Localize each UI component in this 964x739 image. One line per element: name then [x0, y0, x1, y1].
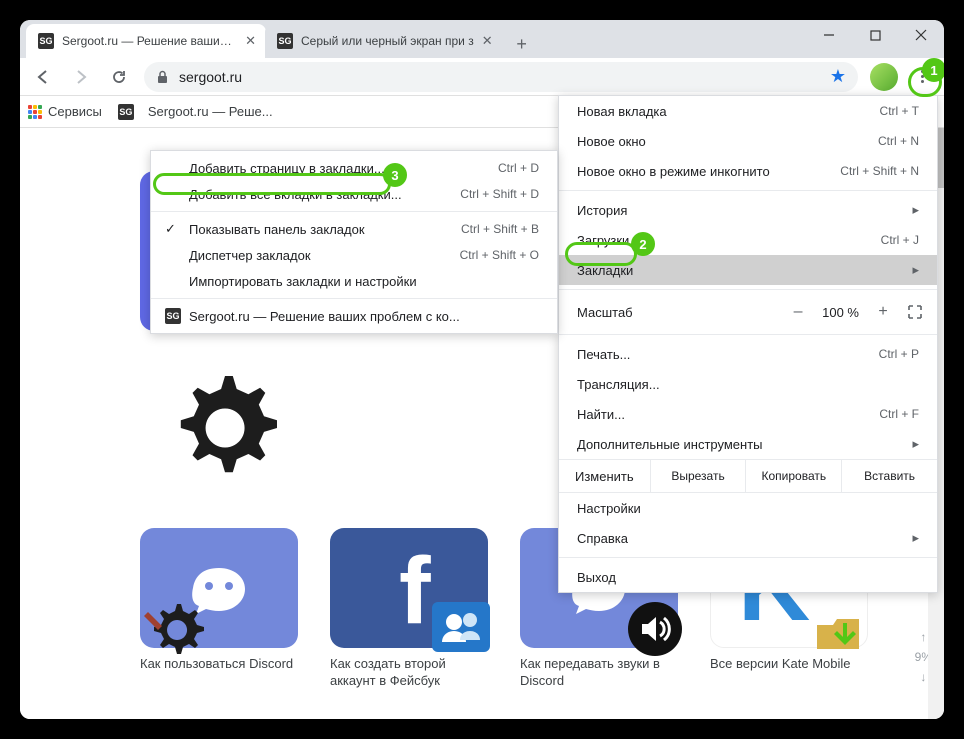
tab-title: Sergoot.ru — Решение ваших пр: [62, 34, 237, 48]
profile-avatar[interactable]: [870, 63, 898, 91]
cut-button[interactable]: Вырезать: [650, 460, 746, 492]
main-menu: Новая вкладкаCtrl + T Новое окноCtrl + N…: [558, 95, 938, 593]
minimize-button[interactable]: [806, 20, 852, 50]
zoom-in-button[interactable]: +: [873, 303, 893, 321]
submenu-bookmark-item[interactable]: SGSergoot.ru — Решение ваших проблем с к…: [151, 303, 557, 329]
toolbar: sergoot.ru ★: [20, 58, 944, 96]
menu-item-settings[interactable]: Настройки: [559, 493, 937, 523]
reload-button[interactable]: [102, 62, 136, 92]
menu-item-cast[interactable]: Трансляция...: [559, 369, 937, 399]
tile-label: Как пользоваться Discord: [140, 656, 298, 673]
annotation-badge-2: 2: [631, 232, 655, 256]
menu-item-new-window[interactable]: Новое окноCtrl + N: [559, 126, 937, 156]
chevron-right-icon: ▸: [912, 262, 919, 278]
back-button[interactable]: [26, 62, 60, 92]
address-bar[interactable]: sergoot.ru ★: [144, 62, 858, 92]
favicon: SG: [165, 308, 181, 324]
submenu-add-all-tabs[interactable]: Добавить все вкладки в закладки...Ctrl +…: [151, 181, 557, 207]
menu-item-bookmarks[interactable]: Закладки▸: [559, 255, 937, 285]
svg-text:f: f: [399, 538, 431, 638]
edit-label: Изменить: [559, 460, 650, 492]
menu-item-incognito[interactable]: Новое окно в режиме инкогнитоCtrl + Shif…: [559, 156, 937, 186]
forward-button[interactable]: [64, 62, 98, 92]
chevron-right-icon: ▸: [912, 436, 919, 452]
titlebar: SG Sergoot.ru — Решение ваших пр ✕ SG Се…: [20, 20, 944, 58]
submenu-add-page[interactable]: Добавить страницу в закладки...Ctrl + D: [151, 155, 557, 181]
menu-item-history[interactable]: История▸: [559, 195, 937, 225]
apps-icon: [28, 105, 42, 119]
submenu-manager[interactable]: Диспетчер закладокCtrl + Shift + O: [151, 242, 557, 268]
favicon: SG: [118, 104, 134, 120]
paste-button[interactable]: Вставить: [841, 460, 937, 492]
bookmark-item[interactable]: SG Sergoot.ru — Реше...: [118, 104, 273, 120]
copy-button[interactable]: Копировать: [745, 460, 841, 492]
tile-icon: f: [330, 528, 488, 648]
close-icon[interactable]: ✕: [245, 33, 256, 49]
tile[interactable]: f Как создать второй аккаунт в Фейсбук: [330, 528, 488, 690]
menu-edit-row: Изменить Вырезать Копировать Вставить: [559, 459, 937, 493]
close-icon[interactable]: ✕: [482, 33, 493, 49]
menu-item-new-tab[interactable]: Новая вкладкаCtrl + T: [559, 96, 937, 126]
zoom-value: 100 %: [822, 305, 859, 320]
download-overlay-icon: [813, 609, 863, 655]
zoom-out-button[interactable]: –: [788, 303, 808, 321]
apps-shortcut[interactable]: Сервисы: [28, 104, 102, 119]
fullscreen-icon[interactable]: [907, 304, 923, 320]
tab-active[interactable]: SG Sergoot.ru — Решение ваших пр ✕: [26, 24, 266, 58]
check-icon: ✓: [165, 221, 176, 237]
people-overlay-icon: [428, 598, 494, 656]
chevron-right-icon: ▸: [912, 530, 919, 546]
gear-overlay-icon: [142, 596, 212, 656]
browser-window: SG Sergoot.ru — Решение ваших пр ✕ SG Се…: [20, 20, 944, 719]
menu-item-zoom: Масштаб – 100 % +: [559, 294, 937, 330]
menu-item-exit[interactable]: Выход: [559, 562, 937, 592]
annotation-badge-3: 3: [383, 163, 407, 187]
tile-label: Как передавать звуки в Discord: [520, 656, 678, 690]
apps-label: Сервисы: [48, 104, 102, 119]
menu-item-find[interactable]: Найти...Ctrl + F: [559, 399, 937, 429]
zoom-label: Масштаб: [577, 305, 633, 320]
submenu-import[interactable]: Импортировать закладки и настройки: [151, 268, 557, 294]
lock-icon: [156, 70, 169, 84]
chevron-right-icon: ▸: [912, 202, 919, 218]
annotation-badge-1: 1: [922, 58, 944, 82]
menu-item-help[interactable]: Справка▸: [559, 523, 937, 553]
bookmark-star-icon[interactable]: ★: [830, 66, 846, 87]
menu-item-more-tools[interactable]: Дополнительные инструменты▸: [559, 429, 937, 459]
bookmark-label: Sergoot.ru — Реше...: [148, 104, 273, 119]
new-tab-button[interactable]: +: [508, 30, 536, 58]
tabs-row: SG Sergoot.ru — Решение ваших пр ✕ SG Се…: [20, 20, 536, 58]
tile-icon: [140, 528, 298, 648]
maximize-button[interactable]: [852, 20, 898, 50]
speaker-overlay-icon: [626, 600, 684, 658]
gear-icon: [160, 363, 290, 493]
tile-label: Все версии Kate Mobile: [710, 656, 868, 673]
submenu-show-bar[interactable]: ✓Показывать панель закладокCtrl + Shift …: [151, 216, 557, 242]
tile[interactable]: Как пользоваться Discord: [140, 528, 298, 690]
window-controls: [806, 20, 944, 50]
arrow-down-icon[interactable]: ↓: [920, 670, 926, 684]
close-button[interactable]: [898, 20, 944, 50]
bookmarks-submenu: Добавить страницу в закладки...Ctrl + D …: [150, 150, 558, 334]
tile-label: Как создать второй аккаунт в Фейсбук: [330, 656, 488, 690]
favicon: SG: [277, 33, 293, 49]
tab-title: Серый или черный экран при з: [301, 34, 474, 48]
url-text: sergoot.ru: [179, 69, 242, 85]
menu-item-downloads[interactable]: ЗагрузкиCtrl + J: [559, 225, 937, 255]
favicon: SG: [38, 33, 54, 49]
tab-inactive[interactable]: SG Серый или черный экран при з ✕: [265, 24, 503, 58]
menu-item-print[interactable]: Печать...Ctrl + P: [559, 339, 937, 369]
arrow-up-icon[interactable]: ↑: [920, 630, 926, 644]
